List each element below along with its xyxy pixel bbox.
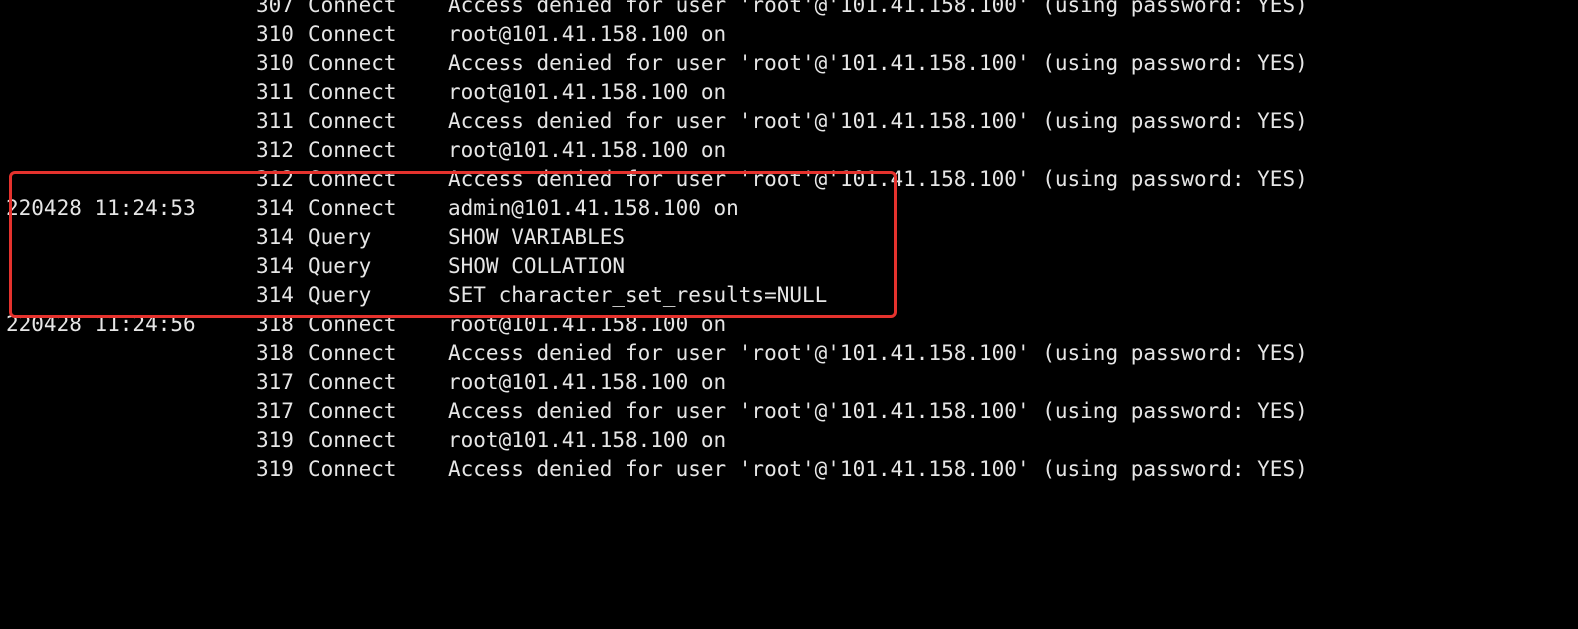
log-thread-id: 319 bbox=[256, 428, 294, 452]
log-command: Query bbox=[308, 254, 372, 278]
log-argument: Access denied for user 'root'@'101.41.15… bbox=[448, 457, 1308, 481]
log-argument: root@101.41.158.100 on bbox=[448, 428, 727, 452]
log-command: Connect bbox=[308, 341, 397, 365]
log-command: Connect bbox=[308, 109, 397, 133]
log-row: 314 Query SET character_set_results=NULL bbox=[0, 281, 1578, 310]
log-thread-id: 310 bbox=[256, 22, 294, 46]
log-argument: root@101.41.158.100 on bbox=[448, 370, 727, 394]
log-thread-id: 314 bbox=[256, 196, 294, 220]
log-command: Connect bbox=[308, 399, 397, 423]
log-thread-id: 317 bbox=[256, 370, 294, 394]
log-row: 319 Connect Access denied for user 'root… bbox=[0, 455, 1578, 484]
log-timestamp: 220428 11:24:53 bbox=[6, 196, 196, 220]
log-thread-id: 314 bbox=[256, 254, 294, 278]
log-command: Connect bbox=[308, 51, 397, 75]
log-thread-id: 312 bbox=[256, 167, 294, 191]
log-thread-id: 317 bbox=[256, 399, 294, 423]
log-command: Connect bbox=[308, 457, 397, 481]
log-argument: Access denied for user 'root'@'101.41.15… bbox=[448, 109, 1308, 133]
terminal-window[interactable]: 307 Connect Access denied for user 'root… bbox=[0, 0, 1578, 484]
log-thread-id: 311 bbox=[256, 109, 294, 133]
log-thread-id: 319 bbox=[256, 457, 294, 481]
log-command: Connect bbox=[308, 167, 397, 191]
log-row: 317 Connect Access denied for user 'root… bbox=[0, 397, 1578, 426]
log-row: 318 Connect Access denied for user 'root… bbox=[0, 339, 1578, 368]
log-row: 310 Connect root@101.41.158.100 on bbox=[0, 20, 1578, 49]
log-row: 307 Connect Access denied for user 'root… bbox=[0, 0, 1578, 20]
log-argument: root@101.41.158.100 on bbox=[448, 22, 727, 46]
log-thread-id: 307 bbox=[256, 0, 294, 17]
log-command: Connect bbox=[308, 22, 397, 46]
log-row: 314 Query SHOW VARIABLES bbox=[0, 223, 1578, 252]
log-row: 311 Connect Access denied for user 'root… bbox=[0, 107, 1578, 136]
log-thread-id: 310 bbox=[256, 51, 294, 75]
log-row: 314 Query SHOW COLLATION bbox=[0, 252, 1578, 281]
log-command: Connect bbox=[308, 196, 397, 220]
log-command: Connect bbox=[308, 138, 397, 162]
log-argument: SHOW COLLATION bbox=[448, 254, 626, 278]
log-argument: Access denied for user 'root'@'101.41.15… bbox=[448, 0, 1308, 17]
log-argument: root@101.41.158.100 on bbox=[448, 312, 727, 336]
log-argument: Access denied for user 'root'@'101.41.15… bbox=[448, 51, 1308, 75]
log-thread-id: 311 bbox=[256, 80, 294, 104]
log-argument: root@101.41.158.100 on bbox=[448, 80, 727, 104]
log-row: 312 Connect Access denied for user 'root… bbox=[0, 165, 1578, 194]
log-row: 312 Connect root@101.41.158.100 on bbox=[0, 136, 1578, 165]
log-command: Query bbox=[308, 225, 372, 249]
log-row: 220428 11:24:53 314 Connect admin@101.41… bbox=[0, 194, 1578, 223]
log-command: Query bbox=[308, 283, 372, 307]
log-thread-id: 312 bbox=[256, 138, 294, 162]
log-command: Connect bbox=[308, 312, 397, 336]
log-argument: Access denied for user 'root'@'101.41.15… bbox=[448, 167, 1308, 191]
log-argument: root@101.41.158.100 on bbox=[448, 138, 727, 162]
log-argument: Access denied for user 'root'@'101.41.15… bbox=[448, 399, 1308, 423]
log-row: 317 Connect root@101.41.158.100 on bbox=[0, 368, 1578, 397]
log-thread-id: 318 bbox=[256, 312, 294, 336]
log-thread-id: 314 bbox=[256, 225, 294, 249]
log-row: 319 Connect root@101.41.158.100 on bbox=[0, 426, 1578, 455]
log-command: Connect bbox=[308, 0, 397, 17]
log-argument: Access denied for user 'root'@'101.41.15… bbox=[448, 341, 1308, 365]
log-thread-id: 318 bbox=[256, 341, 294, 365]
log-argument: admin@101.41.158.100 on bbox=[448, 196, 739, 220]
log-argument: SET character_set_results=NULL bbox=[448, 283, 828, 307]
log-command: Connect bbox=[308, 370, 397, 394]
log-command: Connect bbox=[308, 428, 397, 452]
log-timestamp: 220428 11:24:56 bbox=[6, 312, 196, 336]
log-command: Connect bbox=[308, 80, 397, 104]
log-row: 220428 11:24:56 318 Connect root@101.41.… bbox=[0, 310, 1578, 339]
log-argument: SHOW VARIABLES bbox=[448, 225, 626, 249]
log-thread-id: 314 bbox=[256, 283, 294, 307]
log-row: 310 Connect Access denied for user 'root… bbox=[0, 49, 1578, 78]
log-row: 311 Connect root@101.41.158.100 on bbox=[0, 78, 1578, 107]
